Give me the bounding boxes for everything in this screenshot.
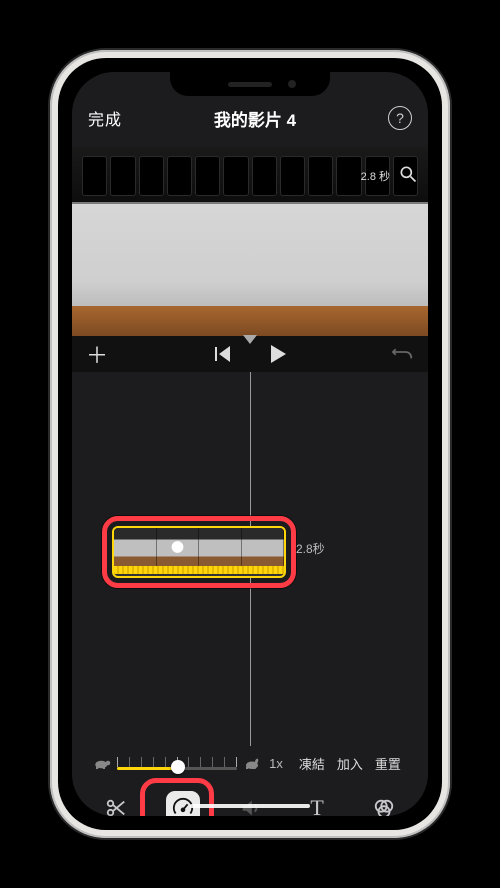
speed-add-button[interactable]: 加入: [337, 754, 363, 773]
help-icon: ?: [396, 110, 404, 126]
speed-slider[interactable]: [117, 754, 237, 772]
phone-notch: [170, 72, 330, 96]
timeline[interactable]: 2.8秒: [72, 372, 428, 746]
turtle-icon: [93, 756, 111, 770]
playhead-marker-icon: [243, 335, 257, 344]
phone-frame: 完成 我的影片 4 ? 2.8 秒: [50, 50, 450, 838]
video-clip[interactable]: [112, 526, 286, 578]
speed-slider-knob[interactable]: [171, 760, 185, 774]
done-button[interactable]: 完成: [88, 106, 122, 130]
clip-speed-bar: [114, 566, 284, 574]
zoom-button[interactable]: [398, 164, 418, 184]
speed-reset-button[interactable]: 重置: [375, 754, 401, 773]
preview-desk: [72, 306, 428, 336]
transport-bar: ＋: [72, 336, 428, 372]
rabbit-icon: [243, 756, 261, 770]
text-icon: T: [310, 795, 323, 816]
clip-duration-label: 2.8秒: [296, 540, 325, 557]
undo-icon: [392, 343, 414, 361]
tool-filters[interactable]: [367, 791, 401, 816]
phone-bezel: 完成 我的影片 4 ? 2.8 秒: [58, 58, 442, 830]
filters-icon: [373, 797, 395, 816]
speed-multiplier-label: 1x: [269, 756, 283, 771]
edit-toolbar: T: [72, 780, 428, 816]
video-preview[interactable]: 2.8 秒: [72, 146, 428, 336]
undo-button[interactable]: [392, 343, 414, 366]
annotation-selected-clip: [102, 516, 296, 588]
add-icon: ＋: [86, 343, 108, 368]
preview-laptop-body: [72, 204, 428, 314]
play-button[interactable]: [271, 345, 286, 363]
add-media-button[interactable]: ＋: [86, 338, 108, 370]
project-title: 我的影片 4: [214, 106, 296, 131]
speed-controls-row: 1x 凍結 加入 重置: [72, 746, 428, 780]
scissors-icon: [105, 797, 127, 816]
app-screen: 完成 我的影片 4 ? 2.8 秒: [72, 72, 428, 816]
freeze-button[interactable]: 凍結: [299, 754, 325, 773]
home-indicator[interactable]: [190, 804, 310, 808]
skip-to-start-button[interactable]: [215, 346, 231, 362]
tool-split[interactable]: [99, 791, 133, 816]
help-button[interactable]: ?: [388, 106, 412, 130]
preview-duration-label: 2.8 秒: [361, 168, 390, 184]
